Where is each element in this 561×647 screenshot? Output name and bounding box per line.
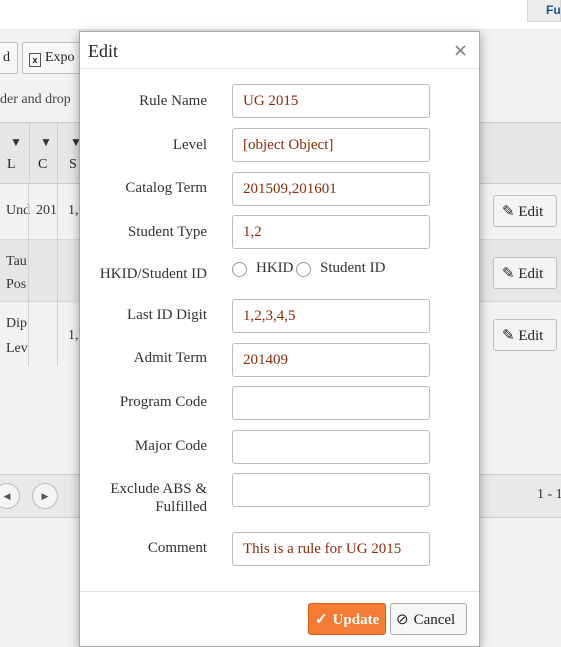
table-cell: Tau [6, 254, 27, 269]
row-edit-label: Edit [518, 328, 544, 344]
table-cell: Dip [6, 316, 27, 331]
update-button[interactable]: ✓ Update [308, 603, 386, 635]
table-cell: 201 [36, 203, 57, 218]
exclude-abs-label: Exclude ABS & Fulfilled [67, 480, 207, 516]
cancel-button[interactable]: ⊘ Cancel [390, 603, 467, 635]
grid-column-label: S [69, 157, 77, 172]
exclude-abs-input[interactable] [232, 473, 430, 507]
table-cell: 1, [68, 203, 79, 218]
update-button-label: Update [332, 611, 380, 628]
edit-dialog: Edit × Rule Name Level Catalog Term Stud… [79, 31, 480, 647]
rule-name-label: Rule Name [139, 93, 207, 109]
grid-toolbar: d x Expo [0, 42, 92, 74]
column-divider [57, 184, 58, 366]
rule-name-input[interactable] [232, 84, 430, 118]
filter-icon[interactable]: ▼ [40, 135, 52, 150]
table-cell: 1, [68, 328, 79, 343]
pager-prev-icon[interactable]: ◀ [0, 483, 20, 509]
program-code-label: Program Code [119, 394, 207, 410]
table-cell: Lev [6, 341, 28, 356]
check-icon: ✓ [315, 611, 328, 628]
pager-next-icon[interactable]: ▶ [32, 483, 58, 509]
student-type-input[interactable] [232, 215, 430, 249]
table-cell: Pos [6, 277, 27, 292]
last-id-digit-label: Last ID Digit [127, 307, 207, 323]
admit-term-input[interactable] [232, 343, 430, 377]
exclude-abs-label-line2: Fulfilled [155, 499, 207, 515]
level-input[interactable] [232, 128, 430, 162]
major-code-input[interactable] [232, 430, 430, 464]
student-id-radio[interactable] [296, 262, 311, 277]
pager-info: 1 - 1 [537, 487, 561, 502]
level-label: Level [172, 137, 207, 153]
dialog-header: Edit × [80, 32, 479, 69]
catalog-term-input[interactable] [232, 172, 430, 206]
row-edit-button[interactable]: ✎ Edit [493, 319, 557, 351]
major-code-label: Major Code [134, 438, 207, 454]
comment-label: Comment [147, 540, 207, 556]
column-divider [28, 184, 29, 366]
row-edit-label: Edit [518, 204, 544, 220]
grid-column-label: L [7, 157, 16, 172]
program-code-input[interactable] [232, 386, 430, 420]
grid-column-l[interactable]: ▼ L [0, 123, 30, 185]
row-edit-button[interactable]: ✎ Edit [493, 257, 557, 289]
filter-icon[interactable]: ▼ [10, 135, 22, 150]
hkid-student-id-label: HKID/Student ID [99, 266, 207, 282]
hkid-radio[interactable] [232, 262, 247, 277]
pencil-icon: ✎ [502, 328, 519, 344]
cancel-button-label: Cancel [413, 611, 456, 628]
exclude-abs-label-line1: Exclude ABS & [110, 481, 207, 497]
toolbar-button-add[interactable]: d [0, 42, 18, 74]
toolbar-button-add-label: d [3, 50, 10, 65]
pencil-icon: ✎ [502, 204, 519, 220]
top-right-button[interactable]: Fu [527, 0, 561, 22]
comment-input[interactable] [232, 532, 430, 566]
dialog-footer: ✓ Update ⊘ Cancel [80, 591, 479, 647]
dialog-title: Edit [88, 41, 118, 61]
pencil-icon: ✎ [502, 266, 519, 282]
toolbar-button-export-label: Expo [45, 50, 75, 65]
catalog-term-label: Catalog Term [125, 180, 207, 196]
excel-icon: x [29, 53, 41, 67]
row-edit-label: Edit [518, 266, 544, 282]
last-id-digit-input[interactable] [232, 299, 430, 333]
cancel-icon: ⊘ [396, 611, 409, 628]
top-bar: Fu [0, 0, 561, 30]
student-id-radio-label: Student ID [320, 260, 386, 276]
close-icon[interactable]: × [453, 40, 468, 61]
row-edit-button[interactable]: ✎ Edit [493, 195, 557, 227]
student-type-label: Student Type [127, 224, 207, 240]
table-cell: Und [6, 203, 31, 218]
grid-column-c[interactable]: ▼ C [30, 123, 58, 185]
admit-term-label: Admit Term [133, 350, 207, 366]
hkid-radio-label: HKID [256, 260, 294, 276]
grid-column-label: C [38, 157, 48, 172]
